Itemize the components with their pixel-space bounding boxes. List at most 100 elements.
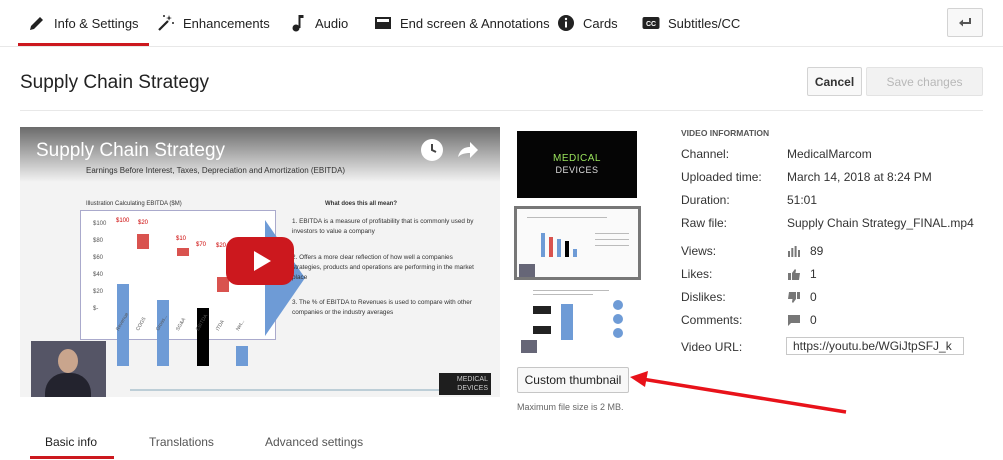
video-info-heading: VIDEO INFORMATION — [681, 128, 770, 138]
watch-later-icon[interactable] — [421, 139, 443, 161]
comments-label: Comments: — [681, 313, 743, 327]
thumbs-down-icon — [787, 291, 800, 303]
comments-row: 0 — [787, 313, 817, 327]
slide-bar — [236, 346, 248, 366]
tab-basic-info[interactable]: Basic info — [45, 435, 97, 449]
y-tick: $80 — [93, 238, 104, 244]
slide-point: 2. Offers a more clear reflection of how… — [292, 254, 474, 281]
tab-end-screen[interactable]: End screen & Annotations — [374, 0, 550, 46]
slide-bar-label: $20 — [216, 243, 227, 249]
custom-thumbnail-button[interactable]: Custom thumbnail — [517, 367, 629, 393]
slide-question: What does this all mean? — [325, 201, 398, 207]
views-row: 89 — [787, 244, 823, 258]
slide-bar — [157, 300, 169, 366]
slide-footer-line — [130, 389, 460, 391]
tab-cards[interactable]: Cards — [557, 0, 618, 46]
play-button[interactable] — [226, 237, 294, 285]
y-tick: $20 — [93, 289, 104, 295]
y-tick: $100 — [93, 221, 107, 227]
thumbnail-option-1[interactable]: MEDICAL DEVICES — [517, 131, 637, 198]
tab-subtitles[interactable]: CC Subtitles/CC — [642, 0, 740, 46]
presenter-webcam — [31, 341, 106, 397]
slide-logo-line2: DEVICES — [457, 385, 488, 392]
slide-chart-label: Illustration Calculating EBITDA ($M) — [86, 201, 182, 207]
tab-cards-label: Cards — [583, 15, 618, 31]
magic-wand-icon — [157, 14, 175, 32]
slide-subtitle: Earnings Before Interest, Taxes, Depreci… — [86, 166, 346, 175]
thumb-box — [533, 306, 551, 314]
thumb-bar — [549, 237, 553, 257]
thumb-slide-line — [533, 290, 609, 291]
tab-subtitles-label: Subtitles/CC — [668, 15, 741, 31]
thumbnail-text-2: DEVICES — [555, 165, 599, 175]
channel-value: MedicalMarcom — [787, 147, 872, 161]
thumb-webcam — [519, 264, 535, 277]
slide-logo: MEDICAL DEVICES — [439, 373, 491, 395]
slide-bar — [137, 234, 149, 249]
tab-info-settings-label: Info & Settings — [54, 15, 139, 31]
channel-label: Channel: — [681, 147, 730, 161]
pencil-icon — [28, 14, 46, 32]
thumb-bar — [557, 239, 561, 257]
thumb-bar — [565, 241, 569, 257]
likes-row: 1 — [787, 267, 817, 281]
thumb-slide-line — [595, 239, 629, 240]
tab-enhancements-label: Enhancements — [183, 15, 270, 31]
thumbnail-option-2-selected[interactable] — [514, 206, 641, 280]
page-title: Supply Chain Strategy — [20, 72, 210, 93]
tab-advanced-settings[interactable]: Advanced settings — [265, 435, 363, 449]
y-tick: $- — [93, 306, 99, 312]
uploaded-value: March 14, 2018 at 8:24 PM — [787, 170, 932, 184]
views-label: Views: — [681, 244, 717, 258]
likes-value: 1 — [810, 267, 817, 281]
top-tab-bar: Info & Settings Enhancements Audio End s… — [0, 0, 1003, 46]
slide-logo-line1: MEDICAL — [456, 376, 488, 383]
tab-audio-label: Audio — [315, 15, 349, 31]
slide-point: 3. The % of EBITDA to Revenues is used t… — [292, 299, 472, 316]
thumb-bar — [541, 233, 545, 257]
uploaded-label: Uploaded time: — [681, 170, 762, 184]
slide-bar-label: $70 — [196, 242, 207, 248]
save-changes-button[interactable]: Save changes — [866, 67, 983, 96]
svg-text:CC: CC — [646, 21, 656, 28]
comment-icon — [787, 314, 800, 326]
views-value: 89 — [810, 244, 824, 258]
slide-bar — [177, 248, 189, 256]
top-tabs-divider — [0, 46, 1003, 47]
thumb-circle — [613, 300, 623, 310]
thumb-webcam — [521, 340, 537, 353]
y-tick: $40 — [93, 272, 104, 278]
tab-end-screen-label: End screen & Annotations — [400, 15, 550, 31]
thumb-bar — [561, 304, 573, 340]
return-button[interactable] — [947, 8, 983, 37]
likes-label: Likes: — [681, 267, 713, 281]
tab-translations[interactable]: Translations — [149, 435, 214, 449]
info-icon — [557, 14, 575, 32]
slide-point: 1. EBITDA is a measure of profitability … — [292, 218, 474, 235]
bar-chart-icon — [787, 245, 800, 257]
thumb-box — [533, 326, 551, 334]
annotation-arrow — [630, 371, 847, 414]
y-tick: $60 — [93, 255, 104, 261]
raw-file-label: Raw file: — [681, 216, 728, 230]
thumbnail-option-3[interactable] — [517, 286, 637, 353]
active-tab-indicator — [30, 456, 114, 459]
slide-bar-label: $100 — [116, 218, 130, 224]
video-title-overlay[interactable]: Supply Chain Strategy — [36, 140, 225, 162]
thumb-slide-line — [595, 233, 629, 234]
dislikes-label: Dislikes: — [681, 290, 726, 304]
thumbs-up-icon — [787, 268, 800, 280]
cancel-button[interactable]: Cancel — [807, 67, 862, 96]
return-arrow-icon — [958, 14, 972, 32]
share-icon[interactable] — [456, 139, 480, 166]
video-player[interactable]: Earnings Before Interest, Taxes, Depreci… — [20, 127, 500, 397]
tab-info-settings[interactable]: Info & Settings — [18, 0, 149, 46]
thumb-circle — [613, 328, 623, 338]
tab-audio[interactable]: Audio — [289, 0, 348, 46]
thumb-slide-line — [533, 294, 593, 295]
comments-value: 0 — [810, 313, 817, 327]
tab-enhancements[interactable]: Enhancements — [157, 0, 270, 46]
video-url-field[interactable]: https://youtu.be/WGiJtpSFJ_k — [786, 337, 964, 355]
end-screen-icon — [374, 14, 392, 32]
raw-file-value: Supply Chain Strategy_FINAL.mp4 — [787, 216, 974, 230]
